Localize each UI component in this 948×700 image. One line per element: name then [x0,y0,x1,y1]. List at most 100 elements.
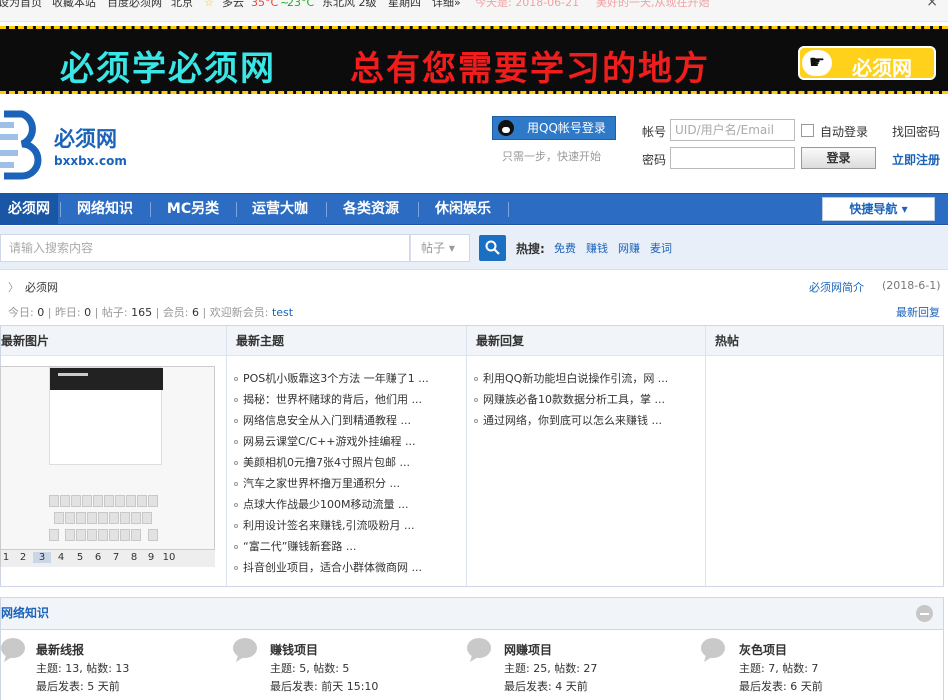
search-type-select[interactable]: 帖子 ▾ [410,234,470,262]
weather-icon: ☆ [204,0,214,9]
quick-nav-dropdown[interactable]: 快捷导航 ▾ [822,197,935,221]
login-button[interactable]: 登录 [801,147,876,169]
topic-item[interactable]: 揭秘：世界杯赌球的背后，他们用 ... [234,391,422,407]
reply-title[interactable]: 网赚族必备10款数据分析工具，掌 ... [483,393,665,406]
search-button[interactable] [479,235,506,261]
breadcrumb-current[interactable]: 必须网 [25,281,58,294]
reply-title[interactable]: 利用QQ新功能坦白说操作引流，网 ... [483,372,668,385]
topic-item[interactable]: 点球大作战最少100M移动流量 ... [234,496,408,512]
forum-name[interactable]: 灰色项目 [739,641,787,658]
stat-members: 6 [192,306,200,319]
speech-bubble-icon [233,638,257,662]
panel-divider [466,326,467,586]
temp-low: 23°C [287,0,315,9]
pager-item[interactable]: 1 [0,552,15,563]
hot-search-item[interactable]: 免费 [554,240,576,256]
pager-item[interactable]: 10 [160,552,178,563]
topic-title[interactable]: 揭秘：世界杯赌球的背后，他们用 ... [243,393,422,406]
hot-search-item[interactable]: 麦词 [650,240,672,256]
pager-item[interactable]: 9 [142,552,160,563]
topic-item[interactable]: POS机小贩靠这3个方法 一年赚了1 ... [234,370,429,386]
topic-title[interactable]: 网络信息安全从入门到精通教程 ... [243,414,411,427]
forgot-password-link[interactable]: 找回密码 [892,123,940,140]
pager-item[interactable]: 6 [89,552,107,563]
bullet-icon [234,566,238,570]
topic-item[interactable]: 美颜相机0元撸7张4寸照片包邮 ... [234,454,410,470]
topic-item[interactable]: 汽车之家世界杯撸万里通积分 ... [234,475,400,491]
new-member-link[interactable]: test [272,306,293,319]
topic-title[interactable]: 利用设计签名来赚钱,引流吸粉月 ... [243,519,414,532]
forum-name[interactable]: 网赚项目 [504,641,552,658]
main-nav: 必须网 网络知识 MC另类 运营大咖 各类资源 休闲娱乐 [0,193,948,225]
topic-title[interactable]: 点球大作战最少100M移动流量 ... [243,498,408,511]
nav-item-resources[interactable]: 各类资源 [328,194,414,224]
bullet-icon [474,419,478,423]
topic-title[interactable]: 汽车之家世界杯撸万里通积分 ... [243,477,400,490]
latest-image-thumbnail[interactable]: 1 2 3 4 5 6 7 8 9 10 [0,366,215,567]
nav-item-home[interactable]: 必须网 [0,194,58,224]
topic-title[interactable]: 抖音创业项目，适合小群体微商网 ... [243,561,422,574]
hot-search-item[interactable]: 赚钱 [586,240,608,256]
topic-title[interactable]: 美颜相机0元撸7张4寸照片包邮 ... [243,456,410,469]
speech-bubble-icon [467,638,491,662]
topic-item[interactable]: 抖音创业项目，适合小群体微商网 ... [234,559,422,575]
city: 北京 [171,0,193,9]
topic-item[interactable]: 网络信息安全从入门到精通教程 ... [234,412,411,428]
banner[interactable]: 必须学必须网 总有您需要学习的地方 ☛ 必须网 [0,26,948,94]
favorite-link[interactable]: 收藏本站 [52,0,96,9]
site-intro-date: (2018-6-1) [882,279,941,292]
section-title[interactable]: 网络知识 [1,606,49,620]
nav-item-mc[interactable]: MC另类 [152,194,234,224]
topic-item[interactable]: 利用设计签名来赚钱,引流吸粉月 ... [234,517,414,533]
site-intro-link[interactable]: 必须网简介 [809,279,864,295]
reply-item[interactable]: 通过网络，你到底可以怎么来赚钱 ... [474,412,662,428]
nav-item-leisure[interactable]: 休闲娱乐 [420,194,506,224]
logo-domain: bxxbx.com [54,154,127,168]
topic-item[interactable]: “富二代”赚钱新套路 ... [234,538,356,554]
stat-members-label: 会员: [162,306,189,319]
account-input[interactable]: UID/用户名/Email [670,119,795,141]
register-link[interactable]: 立即注册 [892,151,940,168]
reply-item[interactable]: 利用QQ新功能坦白说操作引流，网 ... [474,370,668,386]
banner-badge[interactable]: ☛ 必须网 [798,46,936,80]
pager-item[interactable]: 4 [52,552,70,563]
panel-head-topics: 最新主题 [227,326,466,356]
pager-item[interactable]: 5 [71,552,89,563]
forum-name[interactable]: 赚钱项目 [270,641,318,658]
topic-title[interactable]: 网易云课堂C/C++游戏外挂编程 ... [243,435,416,448]
topic-item[interactable]: 网易云课堂C/C++游戏外挂编程 ... [234,433,416,449]
thumbnail-status-bar [50,368,163,390]
qq-login-button[interactable]: 用QQ帐号登录 [492,116,616,140]
reply-title[interactable]: 通过网络，你到底可以怎么来赚钱 ... [483,414,662,427]
hot-search-label: 热搜: [516,242,545,256]
set-home-link[interactable]: 设为首页 [0,0,42,9]
topic-title[interactable]: POS机小贩靠这3个方法 一年赚了1 ... [243,372,429,385]
close-icon[interactable]: × [926,0,938,9]
pager-item[interactable]: 2 [14,552,32,563]
password-input[interactable] [670,147,795,169]
nav-item-network-knowledge[interactable]: 网络知识 [62,194,148,224]
stat-posts: 165 [131,306,153,319]
pager-item-current[interactable]: 3 [33,552,51,563]
weather-detail-link[interactable]: 详细» [432,0,461,9]
banner-badge-label: 必须网 [852,56,912,80]
search-input[interactable]: 请输入搜索内容 [0,234,410,262]
auto-login-label[interactable]: 自动登录 [820,123,868,140]
nav-item-ops[interactable]: 运营大咖 [238,194,322,224]
stat-today: 0 [37,306,45,319]
auto-login-checkbox[interactable] [801,124,814,137]
nav-separator [418,202,419,217]
forum-name[interactable]: 最新线报 [36,641,84,658]
pager-item[interactable]: 8 [125,552,143,563]
latest-reply-link[interactable]: 最新回复 [896,304,940,320]
topic-title[interactable]: “富二代”赚钱新套路 ... [243,540,356,553]
collapse-icon[interactable] [916,605,933,622]
pager-item[interactable]: 7 [107,552,125,563]
temp-high: 35°C [251,0,279,9]
bullet-icon [234,524,238,528]
panel-divider [226,326,227,586]
reply-item[interactable]: 网赚族必备10款数据分析工具，掌 ... [474,391,665,407]
site-logo[interactable]: 必须网 bxxbx.com [0,110,130,180]
stat-posts-label: 帖子: [101,306,128,319]
hot-search-item[interactable]: 网赚 [618,240,640,256]
